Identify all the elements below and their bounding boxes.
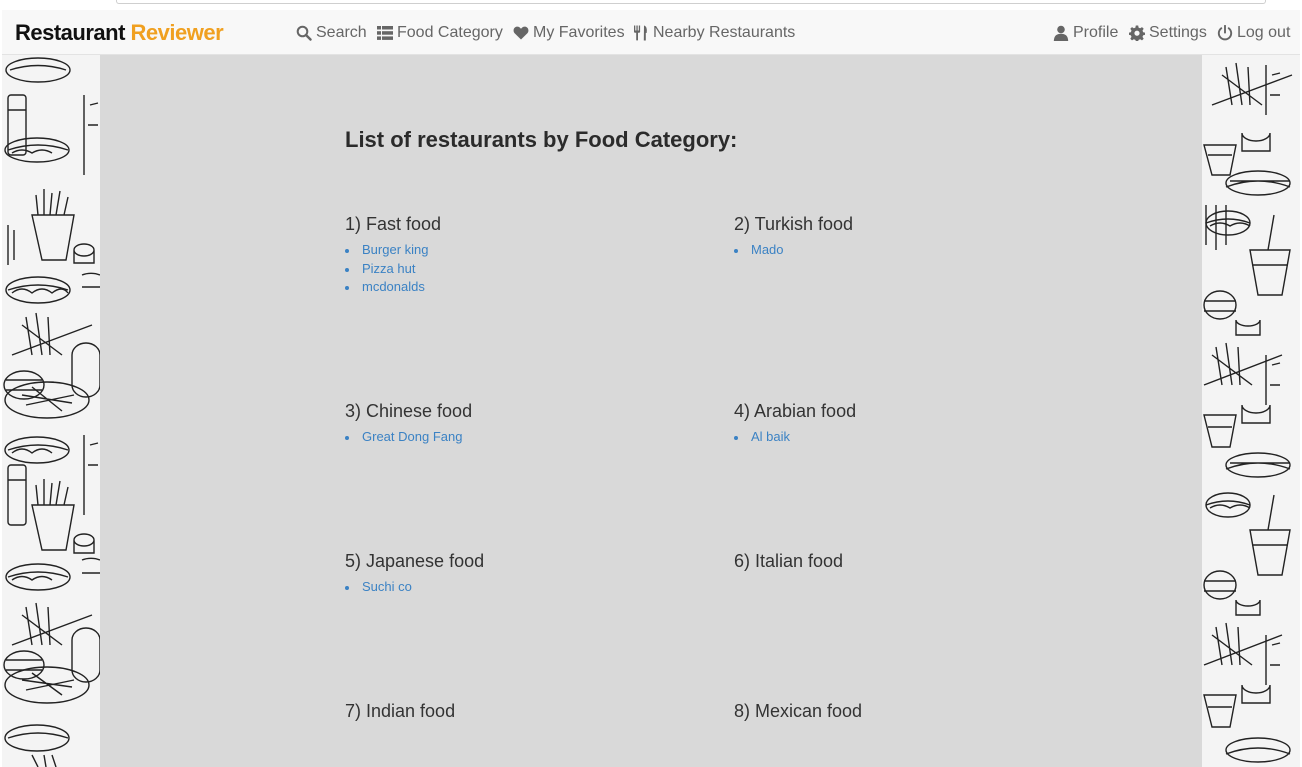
brand-name: Restaurant — [15, 20, 125, 45]
nav-search[interactable]: Search — [296, 22, 367, 44]
restaurant-link-great-dong-fang[interactable]: Great Dong Fang — [362, 429, 462, 444]
restaurant-link-suchi-co[interactable]: Suchi co — [362, 579, 412, 594]
restaurant-link-al-baik[interactable]: Al baik — [751, 429, 790, 444]
list-item: Mado — [734, 241, 1094, 260]
category-title: 6) Italian food — [734, 551, 844, 571]
restaurant-list: Suchi co — [345, 578, 705, 597]
nav-log-out[interactable]: Log out — [1217, 22, 1290, 44]
category-arabian-food: 4) Arabian food Al baik — [734, 400, 1094, 447]
nav-nearby-restaurants-label: Nearby Restaurants — [653, 24, 796, 41]
category-title: 1) Fast food — [345, 214, 442, 234]
main-content: List of restaurants by Food Category: 1)… — [2, 55, 1300, 767]
restaurant-link-pizza-hut[interactable]: Pizza hut — [362, 261, 415, 276]
category-title: 5) Japanese food — [345, 551, 485, 571]
category-title: 2) Turkish food — [734, 214, 854, 234]
food-doodle-border-left — [2, 55, 100, 767]
nav-profile-label: Profile — [1073, 24, 1119, 41]
list-item: Suchi co — [345, 578, 705, 597]
list-item: Al baik — [734, 428, 1094, 447]
category-title: 3) Chinese food — [345, 401, 473, 421]
brand-accent: Reviewer — [130, 20, 224, 45]
category-mexican-food: 8) Mexican food — [734, 700, 1094, 722]
restaurant-link-burger-king[interactable]: Burger king — [362, 242, 428, 257]
nav-log-out-label: Log out — [1237, 24, 1291, 41]
category-turkish-food: 2) Turkish food Mado — [734, 213, 1094, 260]
user-icon — [1053, 25, 1069, 41]
brand-logo[interactable]: Restaurant Reviewer — [15, 20, 224, 46]
search-icon — [296, 25, 312, 41]
food-doodle-border-right — [1202, 55, 1300, 767]
restaurant-list: Al baik — [734, 428, 1094, 447]
list-item: mcdonalds — [345, 278, 705, 297]
list-item: Great Dong Fang — [345, 428, 705, 447]
restaurant-link-mado[interactable]: Mado — [751, 242, 784, 257]
nav-food-category[interactable]: Food Category — [377, 22, 503, 44]
window-top-edge — [0, 0, 1302, 10]
gear-icon — [1129, 25, 1145, 41]
cutlery-icon — [634, 25, 647, 41]
restaurant-list: Great Dong Fang — [345, 428, 705, 447]
list-item: Pizza hut — [345, 260, 705, 279]
nav-my-favorites-label: My Favorites — [533, 24, 625, 41]
nav-my-favorites[interactable]: My Favorites — [513, 22, 625, 44]
category-title: 7) Indian food — [345, 701, 456, 721]
category-fast-food: 1) Fast food Burger king Pizza hut mcdon… — [345, 213, 705, 297]
heart-icon — [513, 26, 529, 40]
list-icon — [377, 26, 393, 40]
list-item: Burger king — [345, 241, 705, 260]
category-italian-food: 6) Italian food — [734, 550, 1094, 572]
page-title: List of restaurants by Food Category: — [345, 127, 738, 152]
nav-settings-label: Settings — [1149, 24, 1207, 41]
category-indian-food: 7) Indian food — [345, 700, 705, 722]
category-title: 4) Arabian food — [734, 401, 857, 421]
nav-nearby-restaurants[interactable]: Nearby Restaurants — [633, 22, 795, 44]
category-japanese-food: 5) Japanese food Suchi co — [345, 550, 705, 597]
nav-settings[interactable]: Settings — [1129, 22, 1207, 44]
nav-search-label: Search — [316, 24, 367, 41]
nav-profile[interactable]: Profile — [1053, 22, 1118, 44]
navbar: Restaurant Reviewer Search Food Category… — [2, 10, 1300, 55]
restaurant-list: Mado — [734, 241, 1094, 260]
restaurant-link-mcdonalds[interactable]: mcdonalds — [362, 279, 425, 294]
restaurant-list: Burger king Pizza hut mcdonalds — [345, 241, 705, 297]
category-chinese-food: 3) Chinese food Great Dong Fang — [345, 400, 705, 447]
nav-food-category-label: Food Category — [397, 24, 503, 41]
power-icon — [1217, 25, 1233, 41]
category-title: 8) Mexican food — [734, 701, 863, 721]
